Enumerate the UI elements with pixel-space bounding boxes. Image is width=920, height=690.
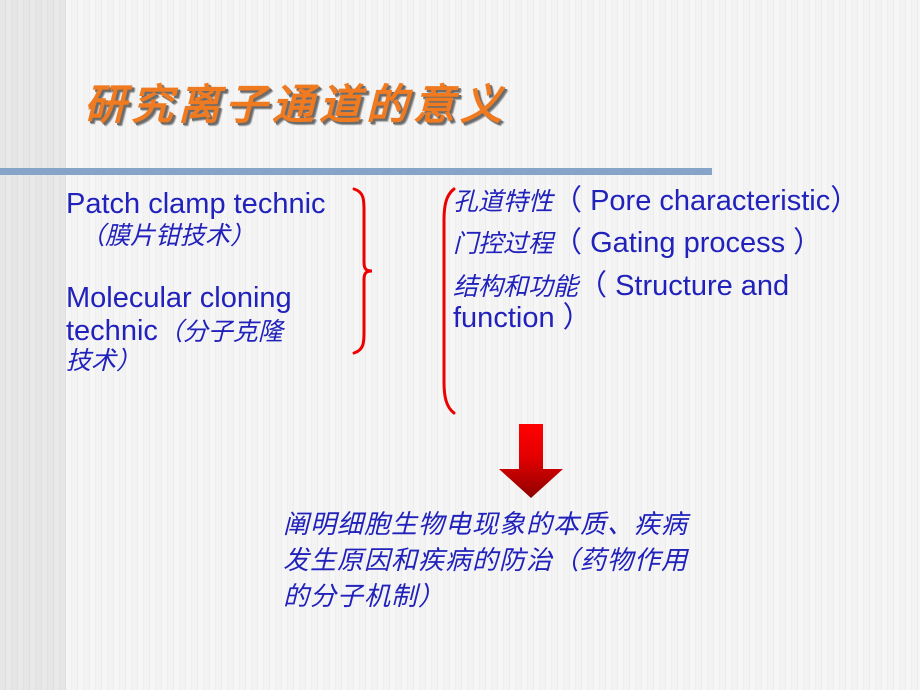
- slide-canvas: 研究离子通道的意义 Patch clamp technic （膜片钳技术） Mo…: [0, 0, 920, 690]
- down-arrow-icon: [499, 424, 563, 498]
- conclusion-line-3: 的分子机制）: [283, 581, 446, 612]
- right-item-1-chinese: 孔道特性: [453, 187, 554, 216]
- left-item-1-latin: Patch clamp technic: [66, 188, 326, 220]
- right-item-2-english: （ Gating process ）: [553, 227, 823, 260]
- left-item-1-chinese: （膜片钳技术）: [80, 221, 256, 251]
- left-item-2-chinese-line3: 技术）: [66, 346, 142, 376]
- right-item-3-chinese: 结构和功能: [453, 271, 579, 301]
- list-item: 门控过程（ Gating process ）: [453, 227, 873, 259]
- background-stripe-band: [0, 0, 66, 690]
- list-item: 结构和功能（ Structure and function ）: [453, 270, 873, 335]
- list-item: Patch clamp technic （膜片钳技术）: [66, 188, 366, 250]
- list-item: Molecular cloning technic（分子克隆 技术）: [66, 282, 366, 375]
- left-item-2-chinese-line2: （分子克隆: [157, 316, 283, 346]
- list-item: 孔道特性（ Pore characteristic）: [453, 185, 873, 217]
- right-item-2-chinese: 门控过程: [453, 229, 554, 259]
- conclusion-line-2: 发生原因和疾病的防治（药物作用: [283, 545, 689, 576]
- right-property-list: 孔道特性（ Pore characteristic） 门控过程（ Gating …: [453, 185, 873, 345]
- page-title: 研究离子通道的意义: [84, 80, 508, 129]
- left-item-2-line2: technic（分子克隆: [66, 315, 366, 347]
- left-item-2-latin-line1: Molecular cloning: [66, 282, 292, 315]
- conclusion-text: 阐明细胞生物电现象的本质、疾病 发生原因和疾病的防治（药物作用 的分子机制）: [283, 508, 803, 616]
- title-divider-rule: [0, 168, 712, 175]
- conclusion-line-1: 阐明细胞生物电现象的本质、疾病: [283, 510, 689, 540]
- left-technique-list: Patch clamp technic （膜片钳技术） Molecular cl…: [66, 188, 366, 375]
- left-item-2-latin-line2: technic: [66, 314, 158, 347]
- right-item-1-english: （ Pore characteristic）: [553, 185, 860, 217]
